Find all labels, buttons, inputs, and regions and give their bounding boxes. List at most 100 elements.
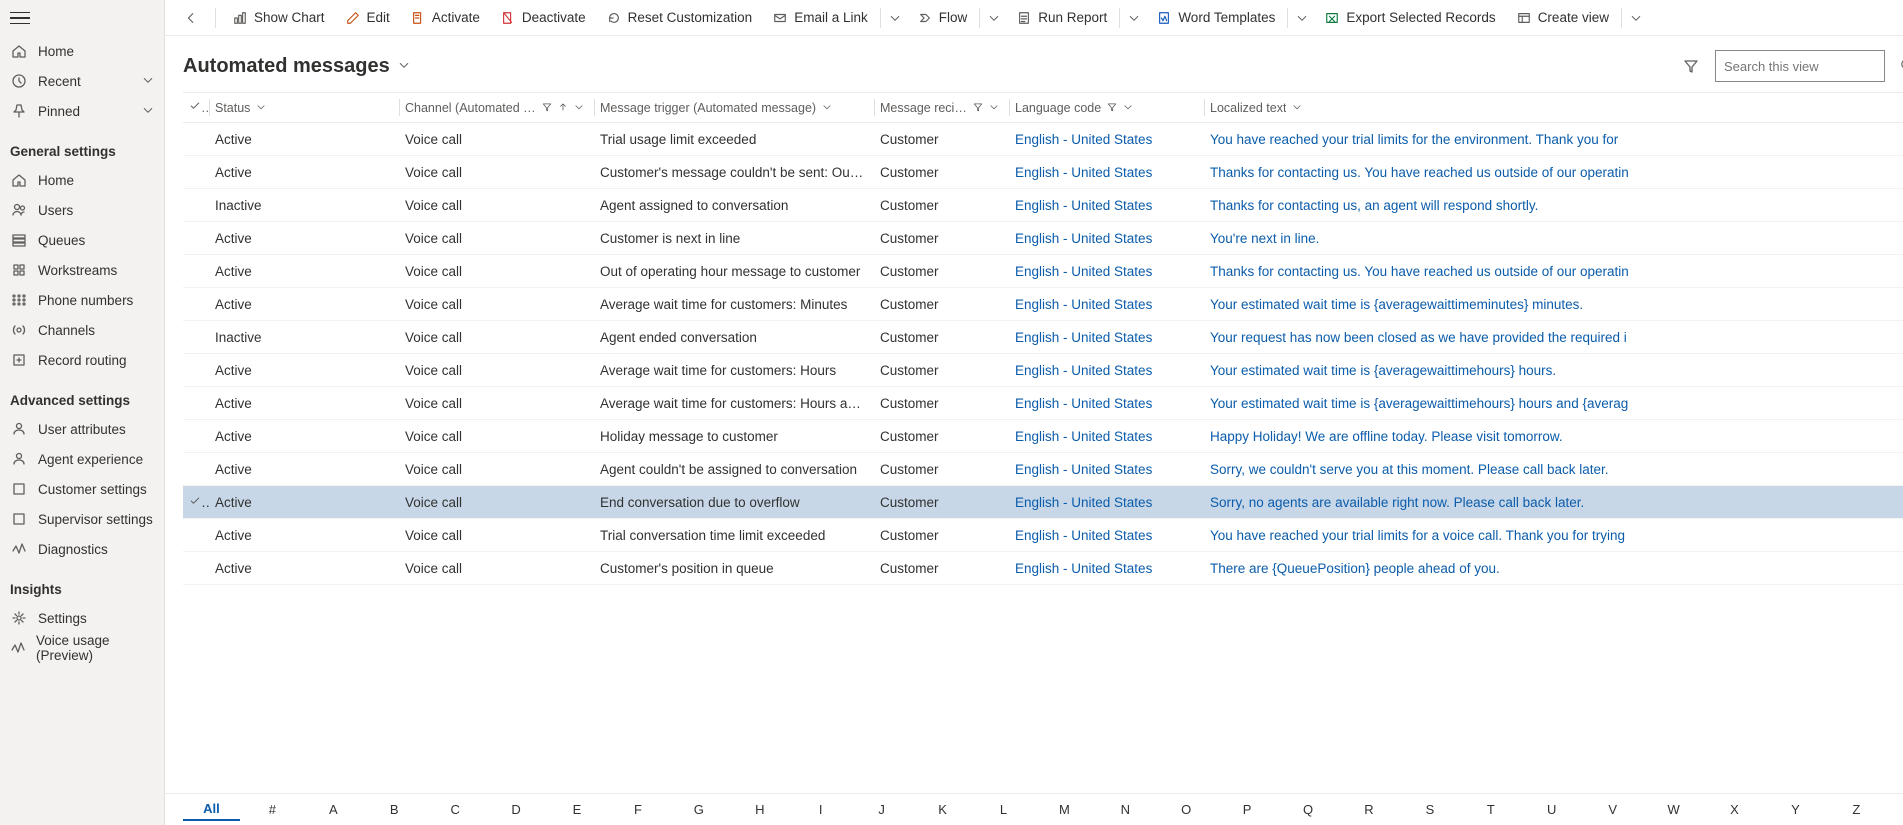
cell-language[interactable]: English - United States	[1009, 486, 1204, 519]
cmd-edit[interactable]: Edit	[335, 2, 400, 34]
alpha-filter-x[interactable]: X	[1706, 799, 1763, 820]
row-checkbox[interactable]	[183, 288, 209, 321]
table-row[interactable]: InactiveVoice callAgent ended conversati…	[183, 321, 1903, 354]
cell-localized-text[interactable]: There are {QueuePosition} people ahead o…	[1204, 552, 1903, 585]
table-row[interactable]: ActiveVoice callAverage wait time for cu…	[183, 288, 1903, 321]
sidebar-item-customer-settings[interactable]: Customer settings	[0, 474, 164, 504]
cell-localized-text[interactable]: You have reached your trial limits for a…	[1204, 519, 1903, 552]
sidebar-item-users[interactable]: Users	[0, 195, 164, 225]
cell-localized-text[interactable]: Thanks for contacting us. You have reach…	[1204, 156, 1903, 189]
row-checkbox[interactable]	[183, 519, 209, 552]
cell-language[interactable]: English - United States	[1009, 321, 1204, 354]
alpha-filter-c[interactable]: C	[427, 799, 484, 820]
row-checkbox[interactable]	[183, 552, 209, 585]
table-row[interactable]: ActiveVoice callCustomer's message could…	[183, 156, 1903, 189]
cell-language[interactable]: English - United States	[1009, 519, 1204, 552]
table-row[interactable]: ActiveVoice callAverage wait time for cu…	[183, 354, 1903, 387]
alpha-filter-a[interactable]: A	[305, 799, 362, 820]
col-localized-text[interactable]: Localized text	[1204, 93, 1903, 123]
sidebar-item-agent-experience[interactable]: Agent experience	[0, 444, 164, 474]
alpha-filter-all[interactable]: All	[183, 798, 240, 821]
table-row[interactable]: ActiveVoice callHoliday message to custo…	[183, 420, 1903, 453]
cell-language[interactable]: English - United States	[1009, 354, 1204, 387]
col-channel[interactable]: Channel (Automated message)	[399, 93, 594, 123]
cell-language[interactable]: English - United States	[1009, 156, 1204, 189]
alpha-filter-d[interactable]: D	[488, 799, 545, 820]
table-row[interactable]: ActiveVoice callCustomer is next in line…	[183, 222, 1903, 255]
cmd-export-selected-records[interactable]: Export Selected Records	[1314, 2, 1505, 34]
alpha-filter-l[interactable]: L	[975, 799, 1032, 820]
table-row[interactable]: InactiveVoice callAgent assigned to conv…	[183, 189, 1903, 222]
table-row[interactable]: ActiveVoice callCustomer's position in q…	[183, 552, 1903, 585]
select-all-checkbox[interactable]	[183, 93, 209, 123]
cmd-run-report[interactable]: Run Report	[1006, 2, 1117, 34]
cell-localized-text[interactable]: You have reached your trial limits for t…	[1204, 123, 1903, 156]
search-box[interactable]	[1715, 50, 1885, 82]
alpha-filter-v[interactable]: V	[1584, 799, 1641, 820]
back-button[interactable]	[173, 2, 209, 34]
cell-localized-text[interactable]: Your estimated wait time is {averagewait…	[1204, 387, 1903, 420]
row-checkbox[interactable]	[183, 420, 209, 453]
row-checkbox[interactable]	[183, 156, 209, 189]
col-trigger[interactable]: Message trigger (Automated message)	[594, 93, 874, 123]
cell-localized-text[interactable]: Your estimated wait time is {averagewait…	[1204, 354, 1903, 387]
alpha-filter-q[interactable]: Q	[1280, 799, 1337, 820]
cell-localized-text[interactable]: Sorry, no agents are available right now…	[1204, 486, 1903, 519]
table-row[interactable]: ActiveVoice callTrial conversation time …	[183, 519, 1903, 552]
alpha-filter-o[interactable]: O	[1158, 799, 1215, 820]
row-checkbox[interactable]	[183, 222, 209, 255]
table-row[interactable]: ActiveVoice callEnd conversation due to …	[183, 486, 1903, 519]
alpha-filter-w[interactable]: W	[1645, 799, 1702, 820]
alpha-filter-#[interactable]: #	[244, 799, 301, 820]
cell-localized-text[interactable]: Your estimated wait time is {averagewait…	[1204, 288, 1903, 321]
sidebar-item-settings[interactable]: Settings	[0, 603, 164, 633]
alpha-filter-j[interactable]: J	[853, 799, 910, 820]
cmd-show-chart[interactable]: Show Chart	[222, 2, 335, 34]
cell-localized-text[interactable]: Thanks for contacting us, an agent will …	[1204, 189, 1903, 222]
col-status[interactable]: Status	[209, 93, 399, 123]
table-row[interactable]: ActiveVoice callAgent couldn't be assign…	[183, 453, 1903, 486]
alpha-filter-y[interactable]: Y	[1767, 799, 1824, 820]
cell-localized-text[interactable]: Sorry, we couldn't serve you at this mom…	[1204, 453, 1903, 486]
row-checkbox[interactable]	[183, 189, 209, 222]
row-checkbox[interactable]	[183, 453, 209, 486]
sidebar-item-supervisor-settings[interactable]: Supervisor settings	[0, 504, 164, 534]
row-checkbox[interactable]	[183, 486, 209, 519]
sidebar-item-home[interactable]: Home	[0, 36, 164, 66]
row-checkbox[interactable]	[183, 387, 209, 420]
row-checkbox[interactable]	[183, 123, 209, 156]
cmd-activate[interactable]: Activate	[400, 2, 490, 34]
alpha-filter-m[interactable]: M	[1036, 799, 1093, 820]
cmd-dropdown-chevron[interactable]	[982, 2, 1006, 34]
cell-language[interactable]: English - United States	[1009, 552, 1204, 585]
alpha-filter-b[interactable]: B	[366, 799, 423, 820]
alpha-filter-p[interactable]: P	[1219, 799, 1276, 820]
cmd-dropdown-chevron[interactable]	[1122, 2, 1146, 34]
cell-language[interactable]: English - United States	[1009, 387, 1204, 420]
cell-language[interactable]: English - United States	[1009, 420, 1204, 453]
alpha-filter-g[interactable]: G	[670, 799, 727, 820]
hamburger-icon[interactable]	[10, 8, 30, 28]
row-checkbox[interactable]	[183, 354, 209, 387]
alpha-filter-z[interactable]: Z	[1828, 799, 1885, 820]
sidebar-item-workstreams[interactable]: Workstreams	[0, 255, 164, 285]
filter-button[interactable]	[1681, 56, 1701, 76]
cmd-flow[interactable]: Flow	[907, 2, 978, 34]
cmd-create-view[interactable]: Create view	[1506, 2, 1619, 34]
table-row[interactable]: ActiveVoice callOut of operating hour me…	[183, 255, 1903, 288]
cell-localized-text[interactable]: Your request has now been closed as we h…	[1204, 321, 1903, 354]
alpha-filter-k[interactable]: K	[914, 799, 971, 820]
cell-language[interactable]: English - United States	[1009, 123, 1204, 156]
row-checkbox[interactable]	[183, 321, 209, 354]
cell-localized-text[interactable]: Happy Holiday! We are offline today. Ple…	[1204, 420, 1903, 453]
sidebar-item-record-routing[interactable]: Record routing	[0, 345, 164, 375]
col-recipient[interactable]: Message recipient (...	[874, 93, 1009, 123]
alpha-filter-t[interactable]: T	[1462, 799, 1519, 820]
cell-language[interactable]: English - United States	[1009, 453, 1204, 486]
cell-language[interactable]: English - United States	[1009, 222, 1204, 255]
sidebar-item-user-attributes[interactable]: User attributes	[0, 414, 164, 444]
alpha-filter-f[interactable]: F	[609, 799, 666, 820]
cmd-deactivate[interactable]: Deactivate	[490, 2, 596, 34]
cmd-dropdown-chevron[interactable]	[1624, 2, 1648, 34]
alpha-filter-s[interactable]: S	[1401, 799, 1458, 820]
